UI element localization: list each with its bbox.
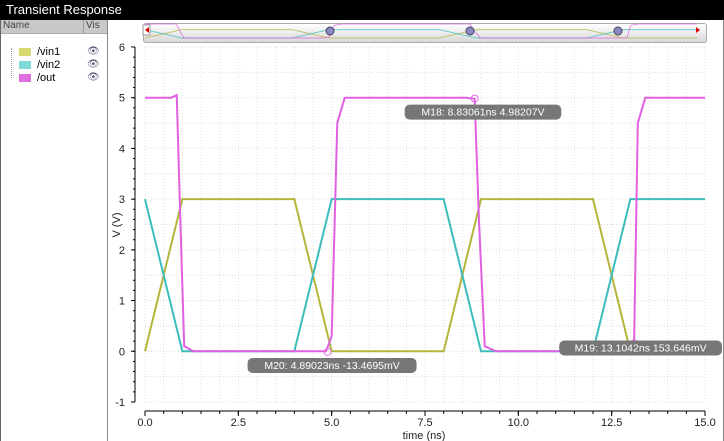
- y-tick-label: 3: [119, 194, 125, 206]
- y-tick-label: 5: [119, 93, 125, 105]
- x-tick-label: 7.5: [417, 417, 432, 429]
- x-tick-label: 5.0: [324, 417, 339, 429]
- overview-handle-icon: [465, 26, 475, 36]
- marker-label: M20: 4.89023ns -13.4695mV: [264, 360, 399, 372]
- overview-handle-icon: [325, 26, 335, 36]
- y-tick-label: 2: [119, 245, 125, 257]
- y-tick-label: 0: [119, 346, 125, 358]
- y-axis-label: V (V): [111, 212, 123, 237]
- x-tick-label: 15.0: [694, 417, 715, 429]
- overview-handle-icon: [613, 26, 623, 36]
- chart: -1 0 1 2 3 4 5 6 0.0 2.5 5.0 7.5 10.0 12.5 15.0 M18: 8.…: [111, 23, 723, 441]
- x-tick-label: 2.5: [231, 417, 246, 429]
- y-tick-label: 4: [119, 143, 125, 155]
- y-tick-label: 6: [119, 42, 125, 54]
- y-tick-label: -1: [115, 397, 125, 409]
- marker-label: M19: 13.1042ns 153.646mV: [575, 342, 707, 354]
- scroll-right-arrow-icon: [696, 27, 700, 33]
- x-tick-label: 12.5: [601, 417, 622, 429]
- x-tick-label: 10.0: [508, 417, 529, 429]
- x-axis-label: time (ns): [403, 430, 446, 441]
- x-tick-label: 0.0: [137, 417, 152, 429]
- marker-label: M18: 8.83061ns 4.98207V: [421, 107, 544, 119]
- y-tick-label: 1: [119, 296, 125, 308]
